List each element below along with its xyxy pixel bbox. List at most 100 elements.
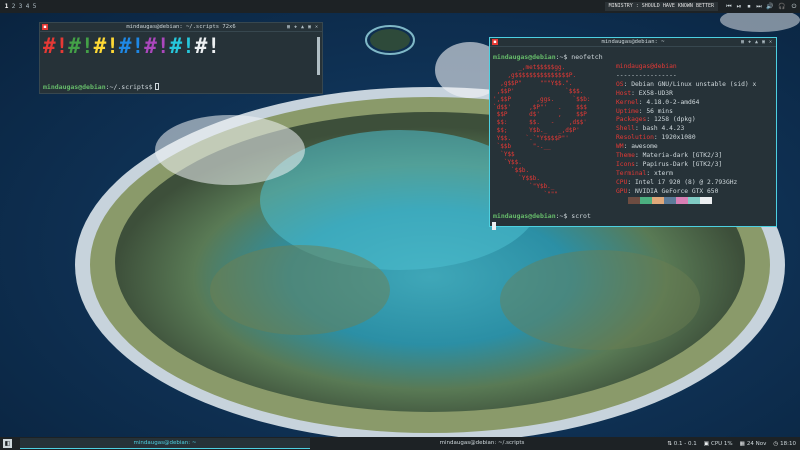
info-row: OS: Debian GNU/Linux unstable (sid) x [616, 81, 756, 90]
next-track-icon[interactable]: ⏭ [754, 3, 764, 11]
info-row: CPU: Intel i7 920 (8) @ 2.793GHz [616, 179, 756, 188]
palette-swatch [628, 197, 640, 204]
tag-5[interactable]: 5 [31, 3, 38, 10]
command-text: scrot [571, 212, 591, 220]
color-test-row: #!#!#!#!#!#!#! [43, 34, 220, 58]
taskbar-item[interactable]: mindaugas@debian: ~/.scripts [312, 438, 652, 449]
floating-icon[interactable]: ▦ [286, 23, 291, 32]
network-rate: 0.1 - 0.1 [673, 440, 697, 447]
info-label: WM [616, 143, 624, 151]
tag-3[interactable]: 3 [17, 3, 24, 10]
neofetch-header: mindaugas@debian [616, 63, 677, 70]
info-row: Terminal: xterm [616, 170, 756, 179]
info-row: Theme: Materia-dark [GTK2/3] [616, 152, 756, 161]
time-text: 18:10 [780, 440, 796, 447]
info-colon: : [646, 116, 654, 124]
date-widget[interactable]: ▦ 24 Nov [740, 441, 767, 447]
debian-ascii-logo: _,met$$$$$gg. ,g$$$$$$$$$$$$$$$P. ,g$$P"… [493, 64, 591, 198]
tag-1[interactable]: 1 [3, 3, 10, 10]
info-row: WM: awesome [616, 143, 756, 152]
cpu-icon: ▣ [703, 440, 709, 447]
clock-widget[interactable]: ◷ 18:10 [773, 441, 796, 447]
palette-swatch [664, 197, 676, 204]
info-label: Theme [616, 152, 635, 160]
info-value: 56 mins [646, 107, 673, 115]
play-pause-icon[interactable]: ⏯ [734, 3, 744, 11]
color-palette [616, 197, 712, 204]
info-label: GPU [616, 187, 628, 195]
workspace-tags: 1 2 3 4 5 [0, 3, 38, 10]
info-label: Uptime [616, 107, 639, 115]
hash-cyan: #! [169, 34, 195, 58]
info-label: Icons [616, 160, 635, 168]
hash-green: #! [68, 34, 94, 58]
info-colon: : [627, 178, 635, 186]
info-label: Kernel [616, 98, 639, 106]
top-panel: 1 2 3 4 5 MINISTRY : SHOULD HAVE KNOWN B… [0, 0, 800, 13]
previous-track-icon[interactable]: ⏮ [724, 3, 734, 11]
window-titlebar[interactable]: ■ mindaugas@debian: ~ ▦ ✚ ▲ ▣ ✕ [490, 38, 776, 47]
sticky-icon[interactable]: ✚ [293, 23, 298, 32]
close-icon[interactable]: ✕ [314, 23, 319, 32]
headphones-icon[interactable]: 🎧 [776, 3, 788, 10]
text-cursor [154, 83, 159, 90]
palette-swatch [700, 197, 712, 204]
launcher-icon[interactable]: ◧ [3, 439, 12, 448]
maximize-icon[interactable]: ▣ [307, 23, 312, 32]
info-colon: : [634, 125, 643, 133]
text-cursor [492, 222, 496, 230]
terminal-window-scripts[interactable]: ■ mindaugas@debian: ~/.scripts 72x6 ▦ ✚ … [39, 22, 323, 94]
prompt-path: :~$ [555, 212, 568, 220]
power-icon[interactable]: ⏻ [788, 3, 800, 11]
prompt-user: mindaugas@debian [43, 83, 106, 91]
window-title: mindaugas@debian: ~/.scripts 72x6 [126, 24, 236, 30]
taskbar-item-active[interactable]: mindaugas@debian: ~ [20, 438, 310, 449]
hash-magenta: #! [144, 34, 170, 58]
info-value: 1258 (dpkg) [653, 116, 696, 124]
info-label: Shell [616, 125, 635, 133]
cpu-widget[interactable]: ▣ CPU 1% [704, 441, 733, 447]
info-label: Host [616, 89, 632, 97]
tag-2[interactable]: 2 [10, 3, 17, 10]
info-value: Materia-dark [GTK2/3] [642, 152, 723, 160]
date-text: 24 Nov [746, 440, 767, 447]
terminal-window-home[interactable]: ■ mindaugas@debian: ~ ▦ ✚ ▲ ▣ ✕ mindauga… [489, 37, 777, 230]
network-widget[interactable]: ⇅ 0.1 - 0.1 [667, 441, 697, 447]
info-label: Resolution [616, 134, 654, 142]
neofetch-command-line: mindaugas@debian:~$ neofetch [493, 53, 603, 61]
now-playing-label: MINISTRY : SHOULD HAVE KNOWN BETTER [604, 2, 718, 11]
ontop-icon[interactable]: ▲ [754, 38, 759, 47]
info-value: awesome [631, 143, 658, 151]
hash-red: #! [43, 34, 69, 58]
floating-icon[interactable]: ▦ [740, 38, 745, 47]
ontop-icon[interactable]: ▲ [300, 23, 305, 32]
info-colon: : [634, 152, 643, 160]
window-title: mindaugas@debian: ~ [601, 39, 665, 45]
maximize-icon[interactable]: ▣ [761, 38, 766, 47]
info-row: Shell: bash 4.4.23 [616, 125, 756, 134]
scrollbar[interactable] [317, 37, 320, 75]
shell-prompt[interactable]: mindaugas@debian:~/.scripts$ [43, 83, 159, 91]
topbar-right: MINISTRY : SHOULD HAVE KNOWN BETTER ⏮ ⏯ … [604, 0, 800, 13]
network-icon: ⇅ [667, 440, 672, 447]
prompt-user: mindaugas@debian [493, 212, 556, 220]
tag-4[interactable]: 4 [24, 3, 31, 10]
close-icon[interactable]: ✕ [768, 38, 773, 47]
palette-swatch [676, 197, 688, 204]
system-tray: ⇅ 0.1 - 0.1 ▣ CPU 1% ▦ 24 Nov ◷ 18:10 [667, 437, 796, 450]
palette-swatch [640, 197, 652, 204]
command-text: neofetch [571, 53, 603, 61]
stop-icon[interactable]: ⏹ [744, 3, 754, 11]
info-row: Kernel: 4.18.0-2-amd64 [616, 99, 756, 108]
window-titlebar[interactable]: ■ mindaugas@debian: ~/.scripts 72x6 ▦ ✚ … [40, 23, 322, 32]
sticky-icon[interactable]: ✚ [747, 38, 752, 47]
terminal-app-icon: ■ [42, 24, 48, 30]
calendar-icon: ▦ [739, 440, 745, 447]
hash-white: #! [194, 34, 221, 58]
info-colon: : [631, 89, 639, 97]
info-row: Icons: Papirus-Dark [GTK2/3] [616, 161, 756, 170]
shell-prompt: mindaugas@debian:~$ scrot [493, 212, 591, 220]
volume-icon[interactable]: 🔊 [764, 3, 776, 10]
prompt-user: mindaugas@debian [493, 53, 556, 61]
info-colon: : [653, 134, 662, 142]
